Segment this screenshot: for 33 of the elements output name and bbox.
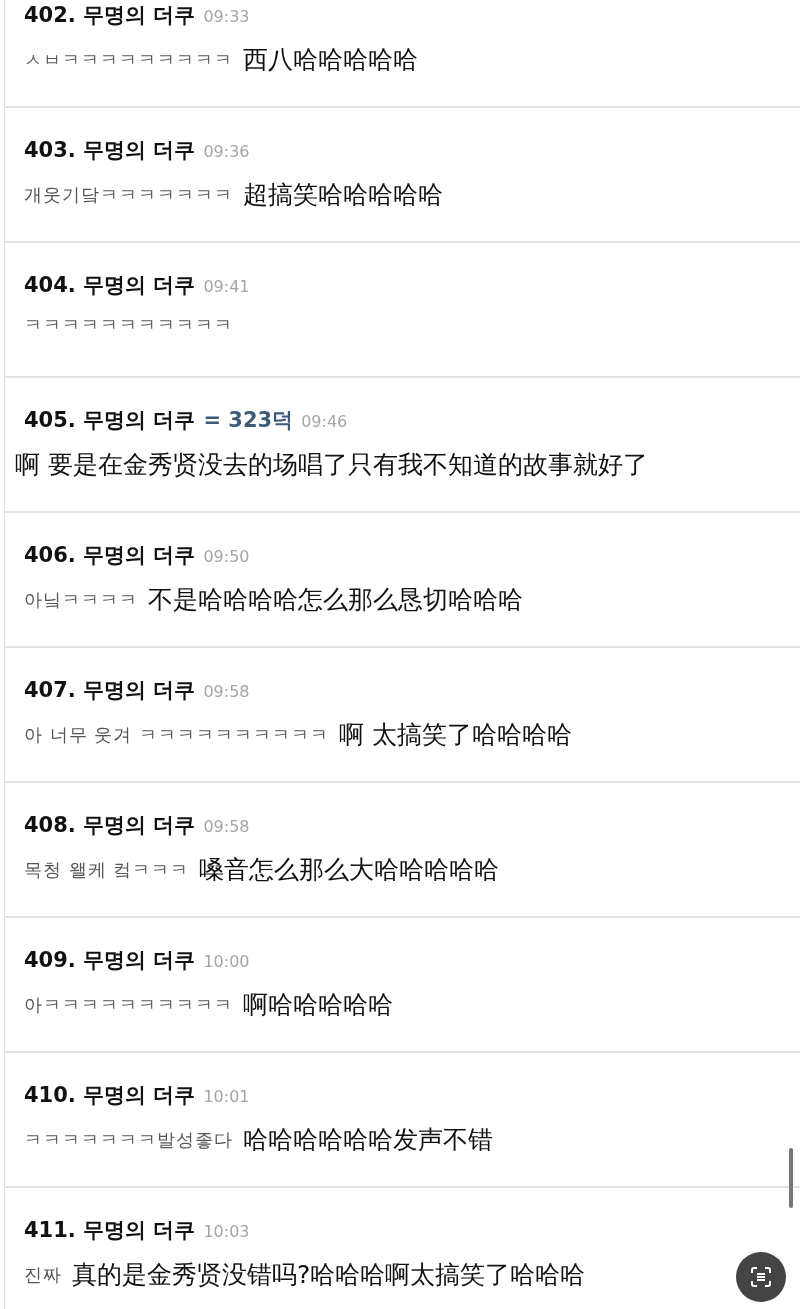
comment-text: 아닠ㅋㅋㅋㅋ — [24, 587, 138, 612]
comment-author: 411. 무명의 더쿠 — [24, 1217, 196, 1244]
comment-time: 09:50 — [203, 547, 250, 566]
comment-time: 10:01 — [203, 1087, 250, 1106]
comment-text: 진짜 — [24, 1262, 62, 1287]
comment-author: 410. 무명의 더쿠 — [24, 1082, 196, 1109]
comment-author: 402. 무명의 더쿠 — [24, 2, 196, 29]
comment-text: 목청 왤케 컼ㅋㅋㅋ — [24, 857, 190, 882]
comment-text: 아 너무 웃겨 ㅋㅋㅋㅋㅋㅋㅋㅋㅋㅋ — [24, 722, 330, 747]
comment-author: 408. 무명의 더쿠 — [24, 812, 196, 839]
comment-time: 09:33 — [203, 7, 250, 26]
comment-author: 407. 무명의 더쿠 — [24, 677, 196, 704]
comment-author: 403. 무명의 더쿠 — [24, 137, 196, 164]
comment-text: ㅋㅋㅋㅋㅋㅋㅋ발성좋다 — [24, 1127, 233, 1152]
comment-author: 406. 무명의 더쿠 — [24, 542, 196, 569]
scan-icon — [749, 1265, 773, 1289]
comment-time: 09:46 — [301, 412, 348, 431]
comment-text: ㅅㅂㅋㅋㅋㅋㅋㅋㅋㅋㅋ — [24, 47, 233, 72]
comment-time: 09:58 — [203, 817, 250, 836]
comment-text: 아ㅋㅋㅋㅋㅋㅋㅋㅋㅋㅋ — [24, 992, 233, 1017]
comment-time: 10:00 — [203, 952, 250, 971]
text-scan-button[interactable] — [736, 1252, 786, 1302]
comment-text: ㅋㅋㅋㅋㅋㅋㅋㅋㅋㅋㅋ — [24, 313, 233, 337]
comment-author: 404. 무명의 더쿠 — [24, 272, 196, 299]
comment-author: 409. 무명의 더쿠 — [24, 947, 196, 974]
comment-time: 09:58 — [203, 682, 250, 701]
comment-author: 405. 무명의 더쿠 — [24, 407, 196, 434]
comment-time: 09:36 — [203, 142, 250, 161]
comment-text: 개웃기닼ㅋㅋㅋㅋㅋㅋㅋ — [24, 182, 233, 207]
scrollbar[interactable] — [789, 1148, 793, 1208]
comment-time: 09:41 — [203, 277, 250, 296]
comment-time: 10:03 — [203, 1222, 250, 1241]
reply-link[interactable]: = 323덕 — [203, 406, 294, 434]
